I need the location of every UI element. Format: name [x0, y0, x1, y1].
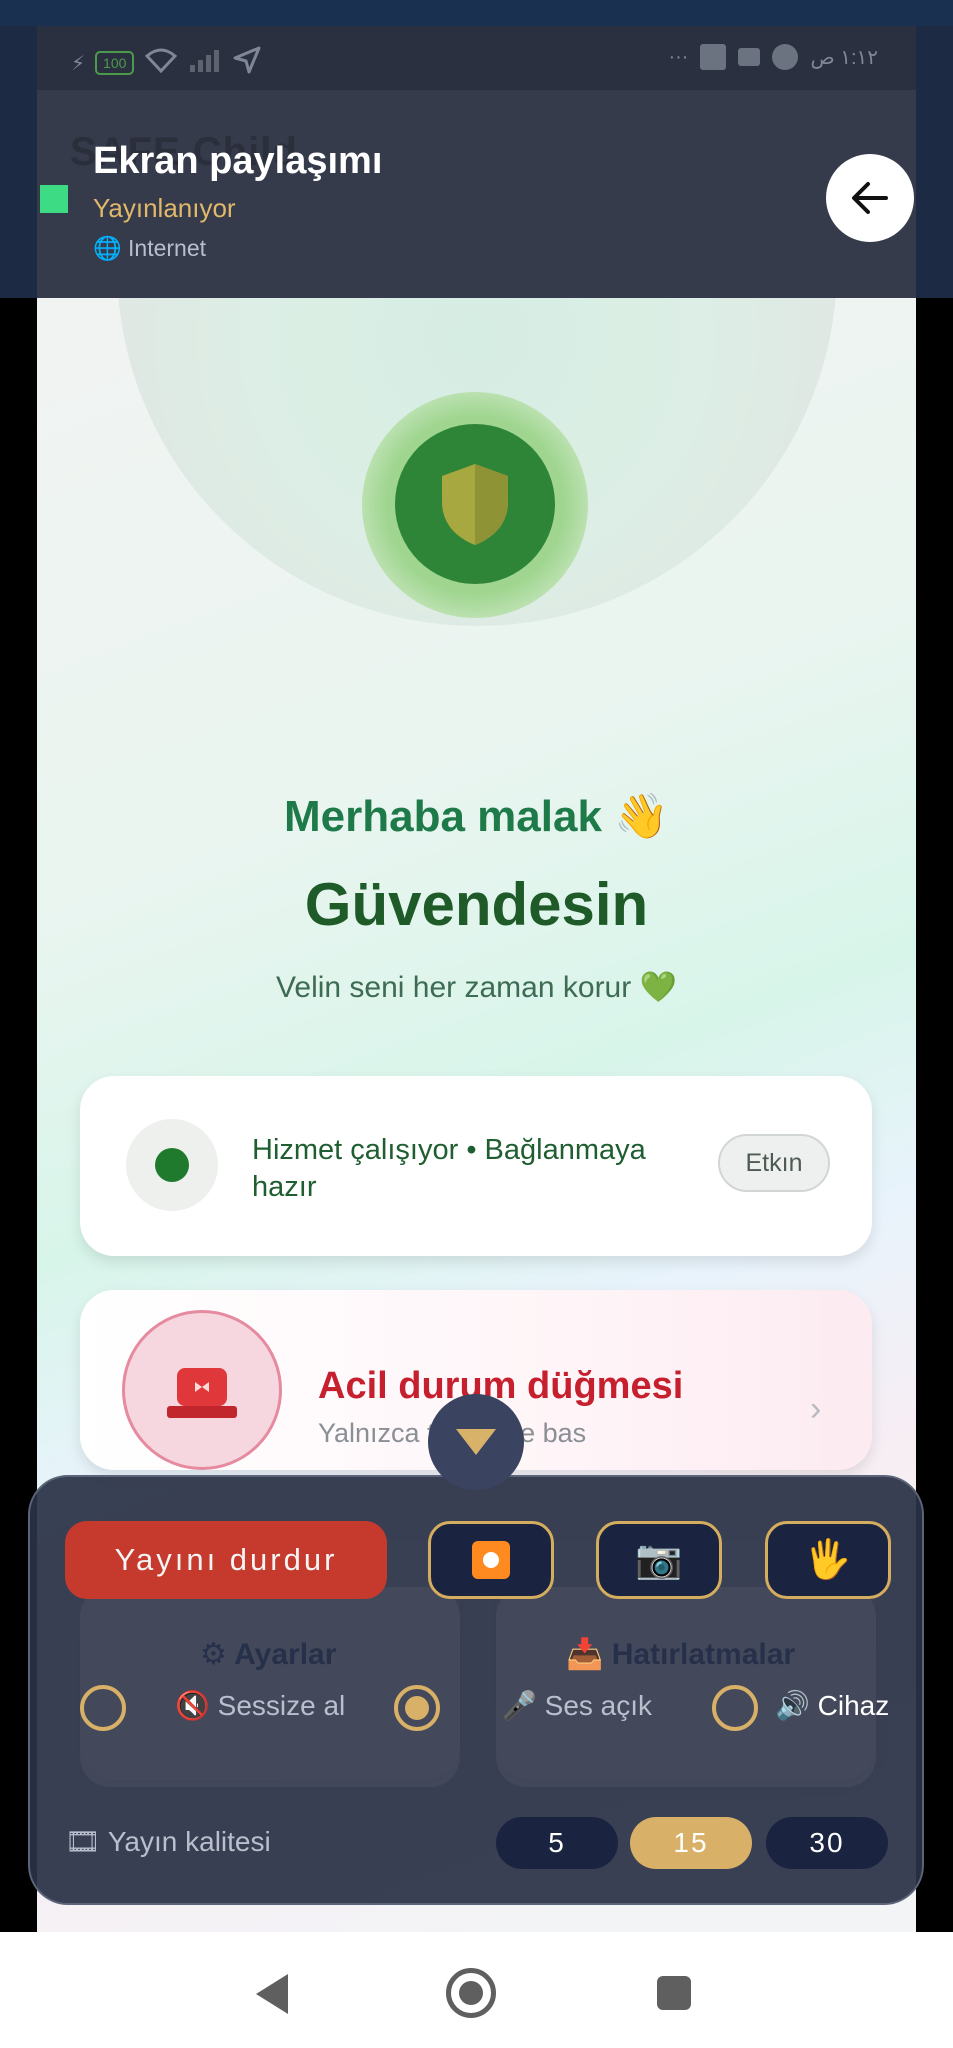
broadcast-control-panel: ⚙ Ayarlar 📥 Hatırlatmalar Yayını durdur …	[28, 1475, 924, 1905]
wave-icon: 👋	[614, 792, 669, 841]
back-button[interactable]	[826, 154, 914, 242]
quality-option-5[interactable]: 5	[496, 1817, 618, 1869]
active-badge: Etkın	[718, 1134, 830, 1192]
greeting-text: Merhaba malak	[284, 792, 602, 841]
siren-icon	[167, 1368, 237, 1418]
radio-device-label[interactable]: 🔊 Cihaz	[775, 1689, 889, 1722]
charging-icon: ⚡	[71, 52, 86, 75]
siren-badge	[122, 1310, 282, 1470]
heart-icon: 💚	[639, 971, 677, 1004]
chevron-down-icon	[456, 1429, 496, 1455]
subtitle-text: Velin seni her zaman korur	[276, 971, 632, 1004]
home-icon	[459, 1981, 483, 2005]
reminders-label: 📥 Hatırlatmalar	[566, 1638, 796, 1671]
live-indicator	[40, 185, 68, 213]
nav-back-button[interactable]	[252, 1972, 292, 2021]
status-bar: ⚡ 100 ··· ١:١٢ ص	[37, 26, 916, 90]
clock: ١:١٢ ص	[810, 46, 878, 69]
chevron-right-icon: ›	[810, 1390, 822, 1428]
share-title: Ekran paylaşımı	[93, 140, 383, 182]
radio-mic-label[interactable]: 🎤 Ses açık	[502, 1689, 652, 1722]
status-right: ··· ١:١٢ ص	[668, 44, 878, 70]
ghost-settings: ⚙ Ayarlar	[80, 1587, 460, 1787]
hand-button[interactable]: 🖐	[765, 1521, 891, 1599]
battery-indicator: 100	[95, 51, 135, 75]
quality-option-15[interactable]: 15	[630, 1817, 752, 1869]
video-icon	[738, 48, 761, 66]
nav-home-button[interactable]	[446, 1968, 496, 2018]
radio-mute-label[interactable]: 🔇 Sessize al	[175, 1689, 345, 1722]
notification-icon	[700, 44, 727, 70]
greeting: Merhaba malak 👋	[0, 790, 953, 842]
app-icon	[772, 44, 799, 70]
safe-title: Güvendesin	[304, 871, 649, 938]
status-dot-wrap	[126, 1119, 218, 1211]
settings-label: ⚙ Ayarlar	[200, 1638, 337, 1671]
ghost-reminders: 📥 Hatırlatmalar	[496, 1587, 876, 1787]
nav-recents-button[interactable]	[657, 1976, 691, 2010]
record-icon	[472, 1541, 510, 1579]
radio-device[interactable]	[712, 1685, 758, 1731]
shield-icon	[442, 464, 508, 545]
radio-mute[interactable]	[80, 1685, 126, 1731]
shield-badge	[395, 424, 555, 584]
status-dot	[155, 1148, 189, 1182]
safe-subtitle: Velin seni her zaman korur 💚	[0, 970, 953, 1005]
location-icon	[232, 46, 262, 80]
radio-mic-on[interactable]	[394, 1685, 440, 1731]
quality-label: 🎞 Yayın kalitesi	[65, 1826, 271, 1857]
wifi-icon	[144, 47, 178, 79]
camera-icon: 📷	[635, 1539, 683, 1581]
quality-option-30[interactable]: 30	[766, 1817, 888, 1869]
share-status: Yayınlanıyor	[93, 193, 236, 223]
top-edge	[0, 0, 953, 26]
screenshot-button[interactable]: 📷	[596, 1521, 722, 1599]
collapse-panel-button[interactable]	[428, 1394, 524, 1490]
system-nav-bar	[0, 1932, 953, 2048]
stop-broadcast-button[interactable]: Yayını durdur	[65, 1521, 387, 1599]
hand-icon: 🖐	[804, 1539, 852, 1581]
record-button[interactable]	[428, 1521, 554, 1599]
more-icon: ···	[668, 45, 689, 68]
screen: ⚡ 100 ··· ١:١٢ ص SAFE Child Ekran paylaş…	[0, 0, 953, 2048]
share-network: 🌐 Internet	[93, 235, 207, 261]
triangle-back-icon	[256, 1974, 288, 2014]
service-status-card: Hizmet çalışıyor • Bağlanmaya hazır Etkı…	[80, 1076, 872, 1256]
service-status-text: Hizmet çalışıyor • Bağlanmaya hazır	[252, 1134, 646, 1203]
signal-icon	[188, 47, 222, 79]
arrow-left-icon	[852, 182, 888, 214]
status-left: ⚡ 100	[71, 46, 262, 80]
